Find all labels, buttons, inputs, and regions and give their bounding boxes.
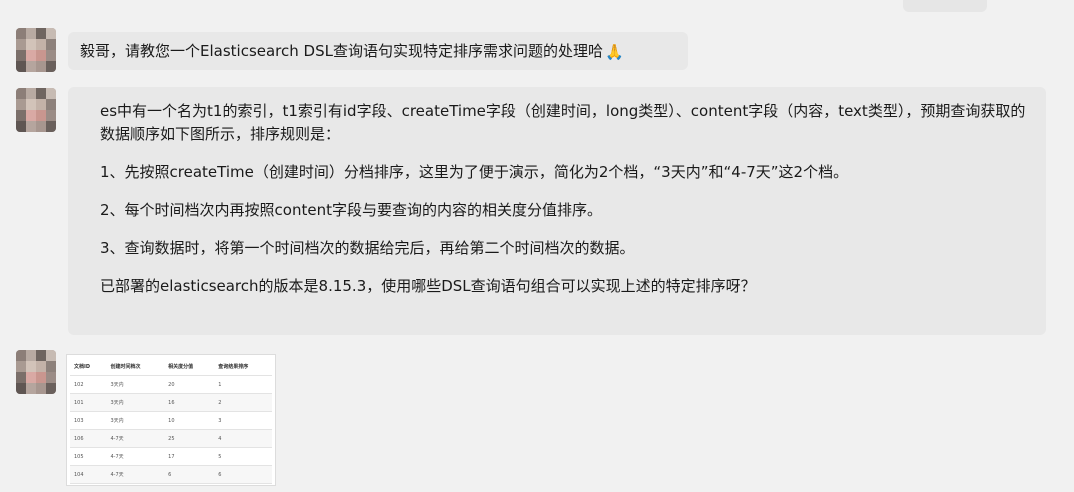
table-cell: 3: [214, 411, 272, 430]
table-row: 104 4-7天 6 6: [70, 465, 272, 484]
blurred-header-fragment: [903, 0, 987, 12]
table-cell: 101: [70, 393, 107, 412]
table-cell: 4-7天: [106, 429, 165, 448]
table-cell: 3天内: [106, 375, 165, 394]
table-cell: 5: [214, 447, 272, 466]
table-cell: 2: [214, 393, 272, 412]
message-paragraph: es中有一个名为t1的索引，t1索引有id字段、createTime字段（创建时…: [100, 102, 1026, 143]
chat-message-bubble: 毅哥，请教您一个Elasticsearch DSL查询语句实现特定排序需求问题的…: [68, 32, 688, 70]
table-cell: 4: [214, 429, 272, 448]
table-cell: 20: [164, 375, 215, 394]
message-paragraph: 3、查询数据时，将第一个时间档次的数据给完后，再给第二个时间档次的数据。: [100, 239, 635, 257]
table-cell: 103: [70, 411, 107, 430]
table-cell: 106: [70, 429, 107, 448]
avatar[interactable]: [16, 28, 56, 72]
image-message[interactable]: 文档ID 创建时间档次 相关度分值 查询结果排序 102 3天内 20 1 10…: [66, 354, 276, 486]
table-row: 102 3天内 20 1: [70, 375, 272, 394]
chat-message-bubble: es中有一个名为t1的索引，t1索引有id字段、createTime字段（创建时…: [68, 87, 1046, 335]
avatar[interactable]: [16, 88, 56, 132]
table-cell: 6: [214, 465, 272, 484]
ranking-table: 文档ID 创建时间档次 相关度分值 查询结果排序 102 3天内 20 1 10…: [70, 358, 272, 484]
table-cell: 3天内: [106, 411, 165, 430]
table-cell: 102: [70, 375, 107, 394]
table-row: 105 4-7天 17 5: [70, 447, 272, 466]
column-header: 文档ID: [70, 358, 107, 376]
message-paragraph: 已部署的elasticsearch的版本是8.15.3，使用哪些DSL查询语句组…: [100, 277, 756, 295]
avatar[interactable]: [16, 350, 56, 394]
table-header-row: 文档ID 创建时间档次 相关度分值 查询结果排序: [70, 358, 272, 376]
praying-hands-icon: 🙏: [604, 42, 624, 61]
table-cell: 10: [164, 411, 215, 430]
table-cell: 1: [214, 375, 272, 394]
table-cell: 104: [70, 465, 107, 484]
table-row: 106 4-7天 25 4: [70, 429, 272, 448]
message-text: 毅哥，请教您一个Elasticsearch DSL查询语句实现特定排序需求问题的…: [80, 42, 603, 60]
table-cell: 4-7天: [106, 447, 165, 466]
table-cell: 4-7天: [106, 465, 165, 484]
column-header: 创建时间档次: [106, 358, 165, 376]
column-header: 相关度分值: [164, 358, 215, 376]
table-row: 101 3天内 16 2: [70, 393, 272, 412]
table-cell: 25: [164, 429, 215, 448]
table-cell: 17: [164, 447, 215, 466]
table-cell: 16: [164, 393, 215, 412]
table-row: 103 3天内 10 3: [70, 411, 272, 430]
table-cell: 105: [70, 447, 107, 466]
column-header: 查询结果排序: [214, 358, 272, 376]
table-cell: 3天内: [106, 393, 165, 412]
message-paragraph: 2、每个时间档次内再按照content字段与要查询的内容的相关度分值排序。: [100, 201, 602, 219]
message-paragraph: 1、先按照createTime（创建时间）分档排序，这里为了便于演示，简化为2个…: [100, 163, 849, 181]
table-cell: 6: [164, 465, 215, 484]
